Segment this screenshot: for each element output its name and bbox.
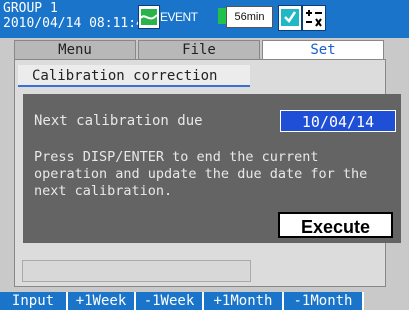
status-header: GROUP 1 2010/04/14 08:11:40 EVENT 56min — [0, 0, 409, 38]
tab-menu[interactable]: Menu — [14, 40, 136, 61]
softkey-bar: Input +1Week -1Week +1Month -1Month — [0, 292, 409, 310]
instruction-line: operation and update the due date for th… — [34, 166, 368, 182]
softkey-plus-1-week[interactable]: +1Week — [68, 292, 136, 310]
instruction-text: Press DISP/ENTER to end the current oper… — [34, 149, 404, 200]
next-calibration-label: Next calibration due — [34, 113, 203, 129]
softkey-input[interactable]: Input — [0, 292, 68, 310]
group-name: GROUP 1 — [3, 1, 58, 16]
date-time: 2010/04/14 08:11:40 — [3, 16, 152, 31]
softkey-minus-1-month[interactable]: -1Month — [284, 292, 364, 310]
softkey-minus-1-week[interactable]: -1Week — [136, 292, 204, 310]
tab-file[interactable]: File — [138, 40, 260, 61]
memory-level-bar — [218, 8, 226, 24]
menu-tabs: Menu File Set Calibration — [14, 40, 384, 77]
remaining-time: 56min — [226, 6, 273, 28]
instruction-line: next calibration. — [34, 183, 173, 199]
execute-button[interactable]: Execute — [278, 212, 393, 238]
calculation-icon — [302, 5, 326, 31]
section-title: Calibration correction — [18, 65, 250, 87]
empty-field — [22, 260, 251, 282]
softkey-plus-1-month[interactable]: +1Month — [204, 292, 284, 310]
event-label: EVENT — [160, 10, 198, 24]
next-calibration-date[interactable]: 10/04/14 — [280, 110, 396, 132]
status-monitor-icon — [278, 5, 302, 31]
instruction-line: Press DISP/ENTER to end the current — [34, 149, 319, 165]
memory-status-icon — [138, 5, 160, 29]
tab-set-calibration[interactable]: Set Calibration — [262, 40, 384, 77]
